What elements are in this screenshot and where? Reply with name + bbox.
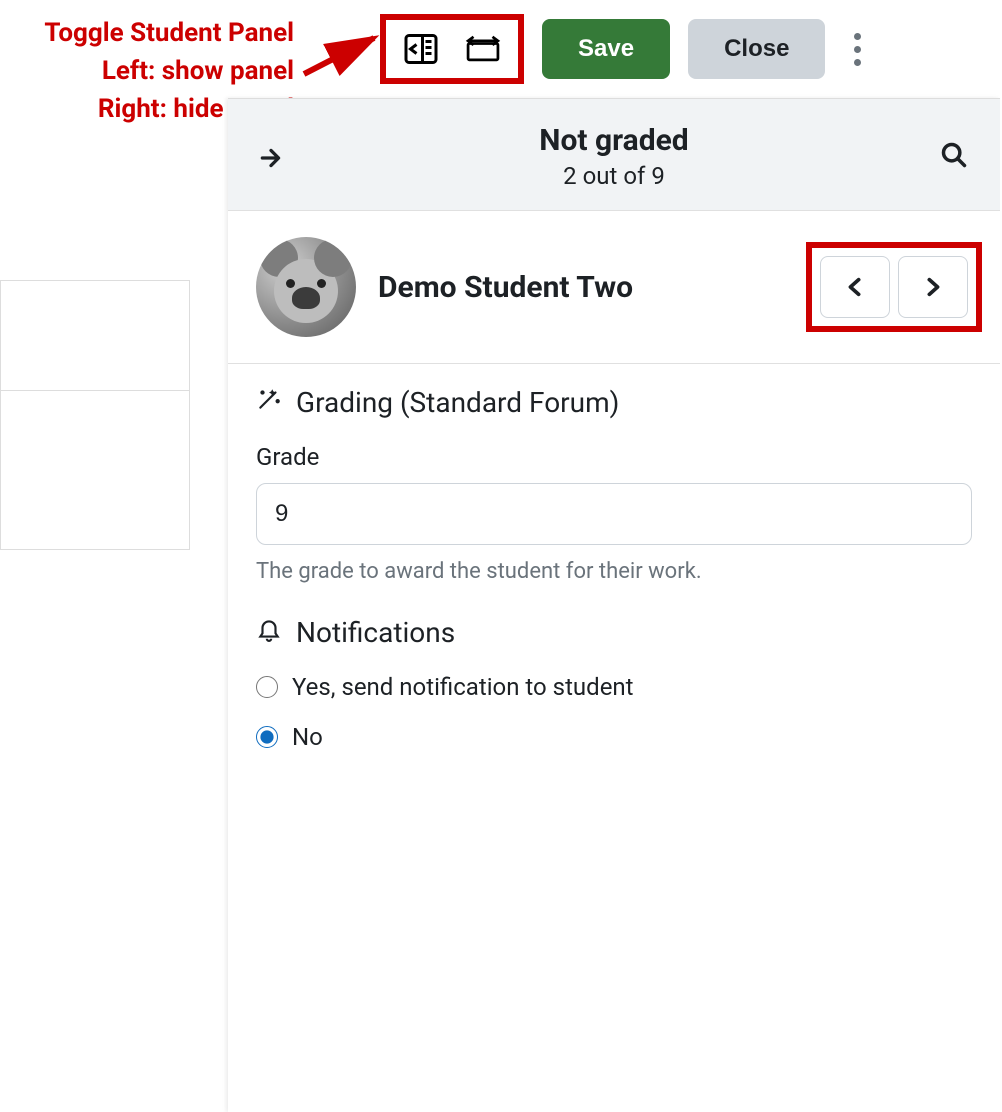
nav-buttons-highlight: [806, 242, 982, 332]
notify-no-radio[interactable]: [256, 726, 278, 748]
wand-icon: [256, 386, 282, 419]
toolbar: Save Close: [380, 14, 871, 84]
student-row: Demo Student Two: [228, 211, 1000, 364]
save-button[interactable]: Save: [542, 19, 670, 79]
search-icon[interactable]: [940, 141, 968, 173]
status-subtitle: 2 out of 9: [256, 162, 972, 190]
show-panel-icon[interactable]: [402, 30, 440, 68]
notify-yes-option[interactable]: Yes, send notification to student: [256, 673, 972, 701]
notifications-heading: Notifications: [256, 616, 972, 649]
notifications-section: Notifications Yes, send notification to …: [228, 606, 1000, 795]
status-title: Not graded: [256, 123, 972, 158]
avatar: [256, 237, 356, 337]
kebab-menu-icon[interactable]: [843, 24, 871, 74]
collapse-panel-icon[interactable]: [258, 145, 284, 178]
bell-icon: [256, 616, 282, 649]
notify-yes-label: Yes, send notification to student: [292, 673, 634, 701]
student-name: Demo Student Two: [378, 270, 633, 305]
ghost-box: [0, 390, 190, 550]
chevron-left-icon: [844, 273, 866, 301]
notify-no-option[interactable]: No: [256, 723, 972, 751]
next-student-button[interactable]: [898, 256, 968, 318]
grade-help-text: The grade to award the student for their…: [256, 559, 972, 584]
grading-heading-text: Grading (Standard Forum): [296, 386, 619, 419]
grading-heading: Grading (Standard Forum): [256, 386, 972, 419]
grading-panel: Not graded 2 out of 9 Demo Student Two: [228, 98, 1000, 1112]
notify-yes-radio[interactable]: [256, 676, 278, 698]
arrow-icon: [300, 26, 390, 82]
toggle-group-highlight: [380, 14, 524, 84]
annotation-toggle-title: Toggle Student Panel: [14, 18, 294, 48]
annotation-toggle-sub1: Left: show panel: [14, 56, 294, 86]
grade-label: Grade: [256, 443, 972, 471]
prev-student-button[interactable]: [820, 256, 890, 318]
chevron-right-icon: [922, 273, 944, 301]
notify-no-label: No: [292, 723, 323, 751]
close-button[interactable]: Close: [688, 19, 825, 79]
panel-header: Not graded 2 out of 9: [228, 99, 1000, 211]
hide-panel-icon[interactable]: [464, 30, 502, 68]
grade-input[interactable]: [256, 483, 972, 545]
notifications-heading-text: Notifications: [296, 616, 455, 649]
grading-section: Grading (Standard Forum) Grade The grade…: [228, 364, 1000, 606]
